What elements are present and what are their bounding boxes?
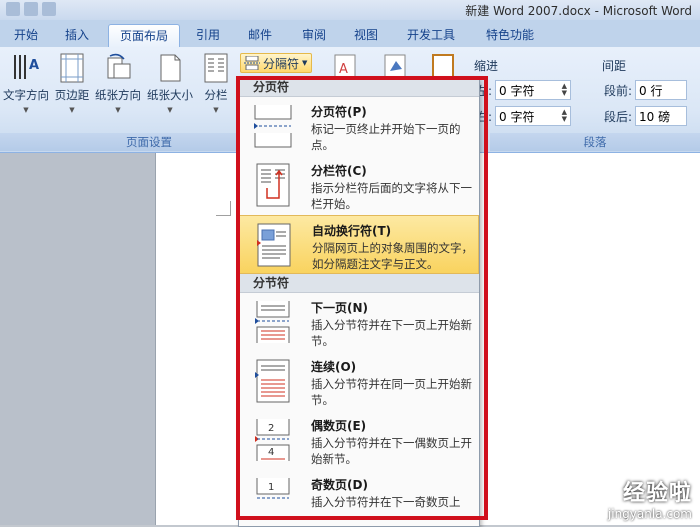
spacing-before-field[interactable]: 0 行 xyxy=(635,80,688,100)
menu-item-column-break[interactable]: 分栏符(C) 指示分栏符后面的文字将从下一栏开始。 xyxy=(239,156,479,215)
column-break-desc: 指示分栏符后面的文字将从下一栏开始。 xyxy=(311,181,472,211)
spacing-header: 间距 xyxy=(602,59,627,73)
page-break-desc: 标记一页终止并开始下一页的点。 xyxy=(311,122,461,152)
continuous-desc: 插入分节符并在同一页上开始新节。 xyxy=(311,377,472,407)
tab-mailings[interactable]: 邮件 xyxy=(238,24,282,47)
spacing-after-field[interactable]: 10 磅 xyxy=(635,106,688,126)
continuous-section-icon xyxy=(255,359,290,403)
spacing-after-value: 10 磅 xyxy=(639,109,671,124)
tab-special-features[interactable]: 特色功能 xyxy=(476,24,544,47)
continuous-title: 连续(O) xyxy=(311,360,357,374)
chevron-down-icon: ▼ xyxy=(167,106,173,114)
breaks-menu: 分页符 分页符(P) 标记一页终止并开始下一页的点。 分栏符(C) 指示分栏符后… xyxy=(238,77,480,527)
breaks-label: 分隔符 xyxy=(263,56,300,71)
columns-label: 分栏 xyxy=(204,88,228,102)
indent-right-value: 0 字符 xyxy=(499,109,535,124)
indent-right-field[interactable]: 0 字符 ▲ ▼ xyxy=(495,106,572,126)
undo-icon[interactable] xyxy=(24,2,38,16)
window-title: 新建 Word 2007.docx - Microsoft Word xyxy=(465,4,692,18)
section-breaks-header: 分节符 xyxy=(239,274,479,293)
breaks-icon xyxy=(244,56,260,70)
odd-page-desc: 插入分节符并在下一奇数页上 xyxy=(311,495,461,509)
tab-view[interactable]: 视图 xyxy=(344,24,388,47)
svg-text:1: 1 xyxy=(268,482,274,493)
menu-item-next-page[interactable]: 下一页(N) 插入分节符并在下一页上开始新节。 xyxy=(239,293,479,352)
menu-item-text-wrapping-break[interactable]: 自动换行符(T) 分隔网页上的对象周围的文字，如分隔题注文字与正文。 xyxy=(239,215,479,274)
margins-label: 页边距 xyxy=(54,88,90,102)
svg-text:A: A xyxy=(29,58,39,73)
tab-review[interactable]: 审阅 xyxy=(292,24,336,47)
chevron-down-icon: ▼ xyxy=(213,106,219,114)
next-page-desc: 插入分节符并在下一页上开始新节。 xyxy=(311,318,472,348)
title-bar: 新建 Word 2007.docx - Microsoft Word xyxy=(0,0,700,20)
margins-button[interactable]: 页边距 ▼ xyxy=(46,53,98,114)
tab-references[interactable]: 引用 xyxy=(186,24,230,47)
tab-insert[interactable]: 插入 xyxy=(54,24,100,47)
page-breaks-header: 分页符 xyxy=(239,78,479,97)
odd-page-title: 奇数页(D) xyxy=(311,478,368,492)
indent-left-row: 左: 0 字符 ▲ ▼ xyxy=(476,80,572,100)
tab-home[interactable]: 开始 xyxy=(4,24,48,47)
even-page-section-icon: 2 4 xyxy=(255,419,290,461)
quick-access-toolbar xyxy=(6,2,56,16)
column-break-icon xyxy=(256,163,290,207)
text-direction-button[interactable]: A 文字方向 ▼ xyxy=(0,53,52,114)
margin-corner-mark xyxy=(216,201,231,216)
spin-arrows-icon[interactable]: ▲ ▼ xyxy=(562,83,567,97)
spacing-before-row: 段前: 0 行 xyxy=(604,80,688,100)
page-size-icon xyxy=(160,54,181,82)
orientation-button[interactable]: 纸张方向 ▼ xyxy=(92,53,144,114)
orientation-icon xyxy=(107,53,131,79)
spacing-before-label: 段前: xyxy=(604,83,633,98)
indent-left-field[interactable]: 0 字符 ▲ ▼ xyxy=(495,80,572,100)
spin-arrows-icon[interactable]: ▲ ▼ xyxy=(562,109,567,123)
text-direction-icon: A xyxy=(14,55,39,79)
margins-icon xyxy=(60,53,84,83)
svg-text:2: 2 xyxy=(268,423,274,434)
tab-developer[interactable]: 开发工具 xyxy=(398,24,464,47)
column-break-title: 分栏符(C) xyxy=(311,164,367,178)
menu-item-odd-page[interactable]: 1 奇数页(D) 插入分节符并在下一奇数页上 xyxy=(239,470,479,526)
text-wrapping-break-icon xyxy=(257,223,291,267)
odd-page-section-icon: 1 xyxy=(256,478,290,499)
ribbon-tab-row: 开始 插入 页面布局 引用 邮件 审阅 视图 开发工具 特色功能 xyxy=(0,20,700,48)
even-page-title: 偶数页(E) xyxy=(311,419,367,433)
columns-icon xyxy=(204,53,228,83)
svg-text:A: A xyxy=(339,62,348,77)
size-button[interactable]: 纸张大小 ▼ xyxy=(144,53,196,114)
columns-button[interactable]: 分栏 ▼ xyxy=(192,53,240,114)
size-label: 纸张大小 xyxy=(147,88,193,102)
orientation-label: 纸张方向 xyxy=(95,88,141,102)
spacing-before-value: 0 行 xyxy=(639,83,663,98)
next-page-section-icon xyxy=(255,301,290,343)
tab-page-layout[interactable]: 页面布局 xyxy=(108,24,180,48)
page-break-title: 分页符(P) xyxy=(311,105,367,119)
chevron-down-icon: ▼ xyxy=(302,59,308,67)
text-wrapping-break-desc: 分隔网页上的对象周围的文字，如分隔题注文字与正文。 xyxy=(312,241,473,271)
svg-text:4: 4 xyxy=(268,447,274,458)
menu-item-continuous[interactable]: 连续(O) 插入分节符并在同一页上开始新节。 xyxy=(239,352,479,411)
page-break-icon xyxy=(254,105,292,148)
text-wrapping-break-title: 自动换行符(T) xyxy=(312,224,392,238)
spacing-after-label: 段后: xyxy=(604,109,633,124)
paragraph-group-label: 段落 xyxy=(490,133,700,151)
even-page-desc: 插入分节符并在下一偶数页上开始新节。 xyxy=(311,436,472,466)
indent-header: 缩进 xyxy=(474,59,499,73)
indent-left-value: 0 字符 xyxy=(499,83,535,98)
redo-icon[interactable] xyxy=(42,2,56,16)
chevron-down-icon: ▼ xyxy=(23,106,29,114)
text-direction-label: 文字方向 xyxy=(3,88,49,102)
chevron-down-icon: ▼ xyxy=(115,106,121,114)
save-icon[interactable] xyxy=(6,2,20,16)
breaks-button[interactable]: 分隔符 ▼ xyxy=(240,53,312,73)
spacing-after-row: 段后: 10 磅 xyxy=(604,106,688,126)
menu-item-page-break[interactable]: 分页符(P) 标记一页终止并开始下一页的点。 xyxy=(239,97,479,156)
indent-right-row: 右: 0 字符 ▲ ▼ xyxy=(476,106,572,126)
menu-item-even-page[interactable]: 2 4 偶数页(E) 插入分节符并在下一偶数页上开始新节。 xyxy=(239,411,479,470)
next-page-title: 下一页(N) xyxy=(311,301,369,315)
chevron-down-icon: ▼ xyxy=(69,106,75,114)
